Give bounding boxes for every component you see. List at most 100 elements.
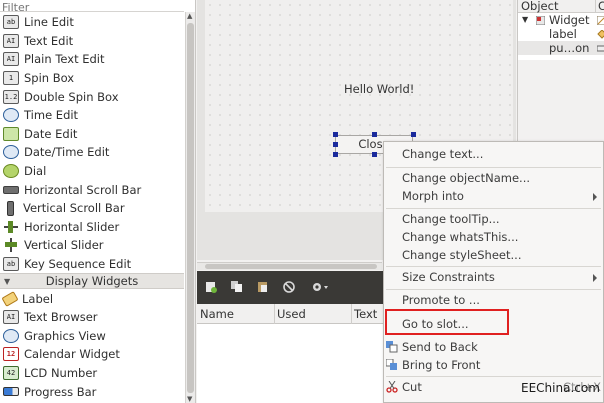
line-edit-icon: ab xyxy=(3,15,19,30)
menu-separator xyxy=(386,266,601,267)
widget-item-label: Horizontal Slider xyxy=(24,219,120,234)
menu-separator xyxy=(386,289,601,290)
dock-toolbar xyxy=(197,271,387,304)
calendar-widget-icon: 12 xyxy=(3,347,19,362)
widget-item-spin-box[interactable]: 1 Spin Box xyxy=(0,69,184,88)
widget-item-text-edit[interactable]: AI Text Edit xyxy=(0,32,184,51)
scrollbar-thumb[interactable] xyxy=(205,264,377,269)
widget-item-label: Plain Text Edit xyxy=(24,52,105,67)
column-header-used[interactable]: Used xyxy=(277,307,306,321)
column-header-text[interactable]: Text xyxy=(354,307,377,321)
tree-item-label: Widget xyxy=(549,13,590,27)
widget-item-vertical-scroll-bar[interactable]: Vertical Scroll Bar xyxy=(0,199,184,218)
widget-item-label: Dial xyxy=(24,164,47,179)
column-header-object[interactable]: Object xyxy=(521,0,558,13)
horizontal-scrollbar-icon xyxy=(3,185,19,194)
form-horizontal-scrollbar[interactable] xyxy=(197,262,382,270)
gear-icon[interactable] xyxy=(311,281,331,293)
widget-item-graphics-view[interactable]: Graphics View xyxy=(0,327,184,346)
menu-item-change-objectname[interactable]: Change objectName... xyxy=(384,169,603,188)
submenu-arrow-icon xyxy=(593,193,597,201)
widget-list: ab Line Edit AI Text Edit AI Plain Text … xyxy=(0,13,184,401)
menu-item-label: Bring to Front xyxy=(402,358,481,372)
menu-item-bring-to-front[interactable]: Bring to Front xyxy=(384,356,603,375)
widget-item-horizontal-slider[interactable]: Horizontal Slider xyxy=(0,218,184,237)
widget-item-line-edit[interactable]: ab Line Edit xyxy=(0,13,184,32)
hello-label[interactable]: Hello World! xyxy=(344,82,414,96)
widget-item-label: Horizontal Scroll Bar xyxy=(24,182,142,197)
copy-icon[interactable] xyxy=(231,281,243,293)
selection-handle[interactable] xyxy=(411,132,416,137)
tree-row-pushbutton[interactable]: pu…on xyxy=(518,41,604,55)
widget-item-dial[interactable]: Dial xyxy=(0,162,184,181)
widget-item-time-edit[interactable]: Time Edit xyxy=(0,106,184,125)
selection-handle[interactable] xyxy=(372,132,377,137)
scroll-up-icon[interactable]: ▲ xyxy=(187,12,192,20)
widget-item-plain-text-edit[interactable]: AI Plain Text Edit xyxy=(0,50,184,69)
progress-bar-icon xyxy=(3,387,19,397)
widget-item-lcd-number[interactable]: 42 LCD Number xyxy=(0,364,184,383)
widget-item-label[interactable]: Label xyxy=(0,289,184,308)
widget-item-double-spin-box[interactable]: 1.2 Double Spin Box xyxy=(0,87,184,106)
category-display-widgets[interactable]: ▼ Display Widgets xyxy=(0,273,184,290)
menu-item-change-whatsthis[interactable]: Change whatsThis... xyxy=(384,228,603,247)
scrollbar-thumb[interactable] xyxy=(187,23,194,393)
menu-item-change-text[interactable]: Change text... xyxy=(384,145,603,164)
filter-bar xyxy=(0,0,184,14)
tree-row-label[interactable]: label xyxy=(518,27,604,41)
label-tag-icon xyxy=(1,290,19,307)
menu-item-size-constraints[interactable]: Size Constraints xyxy=(384,268,603,287)
menu-item-send-to-back[interactable]: Send to Back xyxy=(384,338,603,357)
widget-box-scrollbar[interactable]: ▲ ▼ xyxy=(185,12,195,403)
object-inspector: Object C ▼ Widget label pu…on xyxy=(517,0,604,60)
widget-item-label-text: Progress Bar xyxy=(24,384,97,399)
menu-separator xyxy=(386,376,601,377)
widget-item-label: Time Edit xyxy=(24,108,79,123)
column-header-name[interactable]: Name xyxy=(200,307,234,321)
widget-item-datetime-edit[interactable]: Date/Time Edit xyxy=(0,143,184,162)
filter-input[interactable] xyxy=(0,1,184,14)
selection-handle[interactable] xyxy=(333,152,338,157)
tree-item-label: label xyxy=(549,27,577,41)
widget-item-text-browser[interactable]: AI Text Browser xyxy=(0,308,184,327)
widget-item-vertical-slider[interactable]: Vertical Slider xyxy=(0,236,184,255)
widget-box-panel: ab Line Edit AI Text Edit AI Plain Text … xyxy=(0,0,196,403)
scroll-down-icon[interactable]: ▼ xyxy=(187,395,192,403)
table-header: Name Used Text xyxy=(197,304,387,324)
widget-item-label-text: LCD Number xyxy=(24,365,98,380)
menu-item-label: Promote to ... xyxy=(402,293,480,307)
widget-item-horizontal-scroll-bar[interactable]: Horizontal Scroll Bar xyxy=(0,180,184,199)
spin-box-icon: 1 xyxy=(3,71,19,86)
selection-handle[interactable] xyxy=(333,132,338,137)
widget-item-label: Date Edit xyxy=(24,126,78,141)
menu-item-promote-to[interactable]: Promote to ... xyxy=(384,291,603,310)
widget-item-progress-bar[interactable]: Progress Bar xyxy=(0,382,184,401)
tree-row-widget[interactable]: ▼ Widget xyxy=(518,13,604,27)
expand-arrow-icon[interactable]: ▼ xyxy=(522,15,528,24)
menu-separator xyxy=(386,167,601,168)
add-icon[interactable] xyxy=(205,281,217,293)
selection-handle[interactable] xyxy=(372,152,377,157)
widget-item-label: Text Edit xyxy=(24,33,74,48)
key-sequence-icon: ab xyxy=(3,257,19,272)
menu-item-change-tooltip[interactable]: Change toolTip... xyxy=(384,210,603,229)
text-browser-icon: AI xyxy=(3,310,19,325)
widget-item-key-sequence-edit[interactable]: ab Key Sequence Edit xyxy=(0,255,184,274)
menu-item-label: Change whatsThis... xyxy=(402,230,519,244)
widget-item-label-text: Label xyxy=(22,291,54,306)
disable-icon[interactable] xyxy=(283,281,295,293)
widget-item-date-edit[interactable]: Date Edit xyxy=(0,125,184,144)
horizontal-slider-icon xyxy=(3,220,19,234)
widget-item-calendar-widget[interactable]: 12 Calendar Widget xyxy=(0,345,184,364)
selection-handle[interactable] xyxy=(333,142,338,147)
menu-item-morph-into[interactable]: Morph into xyxy=(384,187,603,206)
widget-item-label: Double Spin Box xyxy=(24,89,119,104)
class-icon xyxy=(597,16,604,25)
menu-item-label: Size Constraints xyxy=(402,270,495,284)
dial-icon xyxy=(3,164,19,179)
column-header-class[interactable]: C xyxy=(598,0,604,13)
menu-item-change-stylesheet[interactable]: Change styleSheet... xyxy=(384,246,603,265)
paste-icon[interactable] xyxy=(257,281,269,293)
column-separator xyxy=(274,304,275,324)
menu-item-label: Change styleSheet... xyxy=(402,248,522,262)
